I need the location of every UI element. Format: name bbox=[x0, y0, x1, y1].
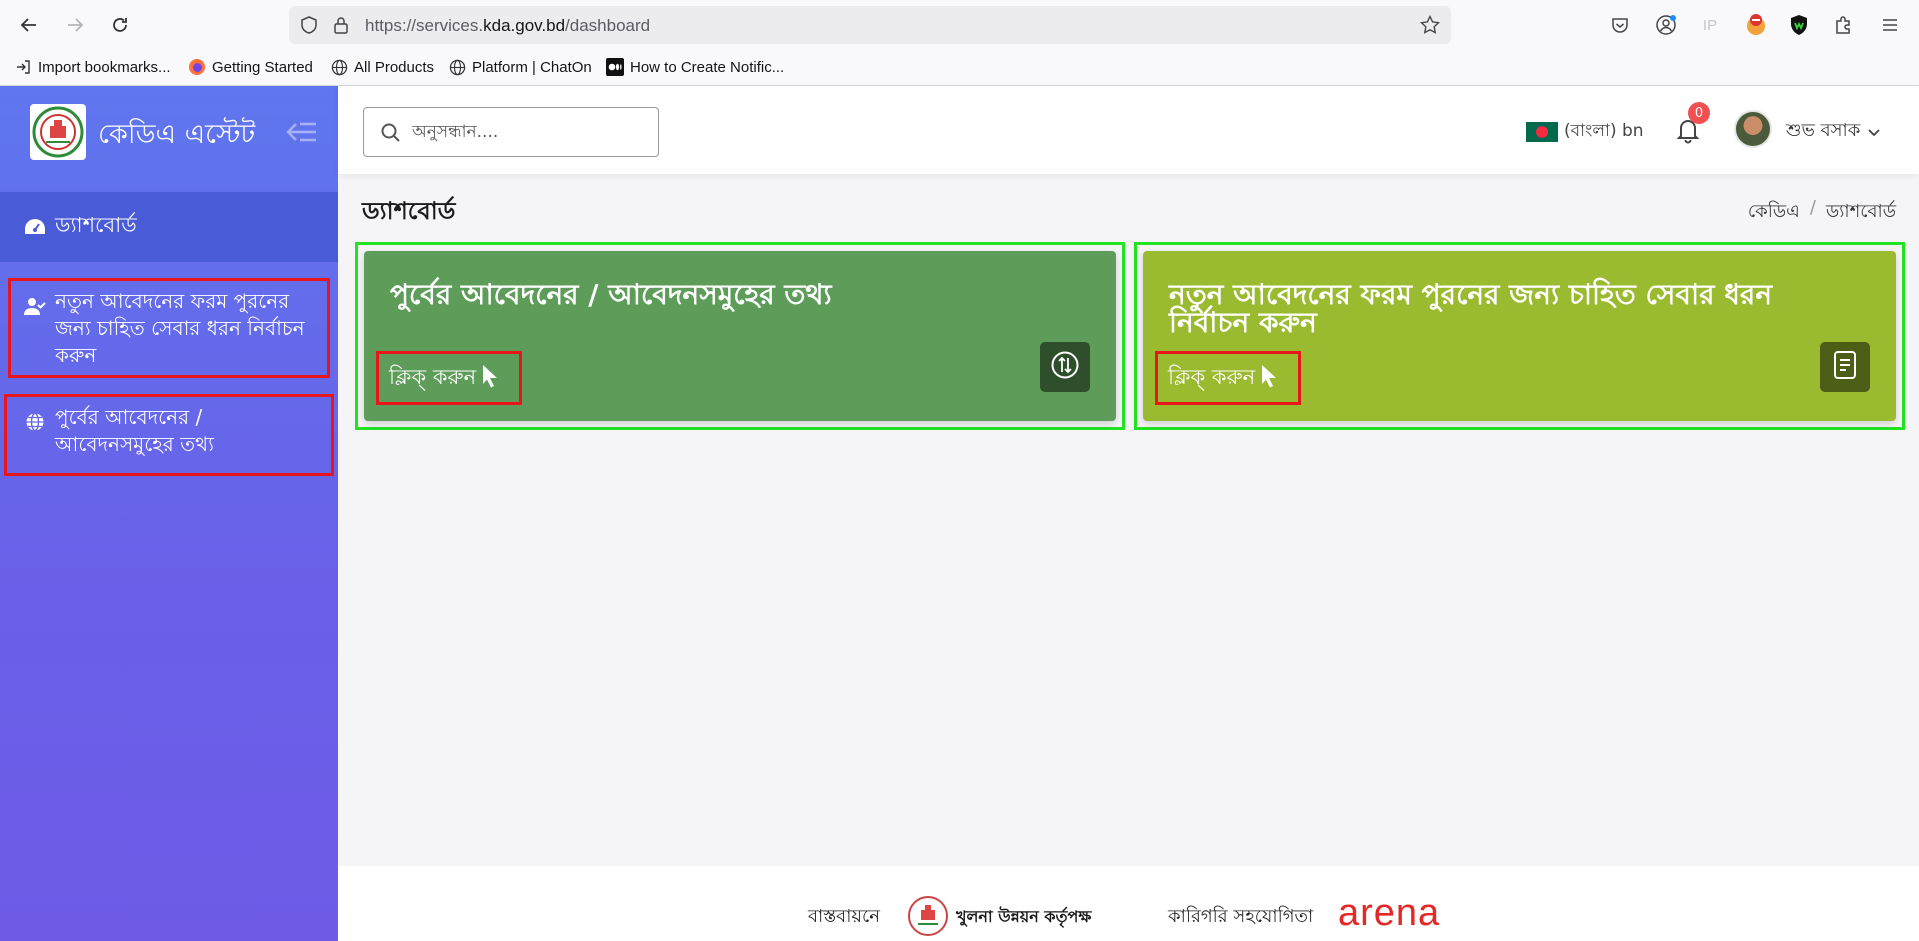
swap-vertical-icon bbox=[1050, 350, 1080, 384]
forward-arrow-icon[interactable] bbox=[60, 10, 90, 40]
bookmarks-bar: Import bookmarks... Getting Started All … bbox=[0, 54, 1919, 82]
user-check-icon bbox=[24, 296, 46, 318]
document-icon bbox=[1833, 350, 1857, 384]
bookmark-platform-chaton[interactable]: Platform | ChatOn bbox=[448, 58, 592, 76]
sidebar-brand: কেডিএ এস্টেট bbox=[0, 86, 338, 178]
globe-icon bbox=[448, 58, 466, 76]
extensions-puzzle-icon[interactable] bbox=[1832, 13, 1856, 37]
card-highlight-new: নতুন আবেদনের ফরম পুরনের জন্য চাহিত সেবার… bbox=[1134, 242, 1905, 430]
card-cta-label: ক্লিক্ করুন bbox=[1168, 364, 1256, 389]
cursor-pointer-icon bbox=[482, 364, 498, 393]
click-here-button[interactable]: ক্লিক্ করুন bbox=[376, 351, 522, 405]
globe-icon bbox=[330, 58, 348, 76]
bookmark-label: Platform | ChatOn bbox=[472, 58, 592, 76]
kda-logo-icon[interactable] bbox=[30, 104, 86, 160]
sidebar-item-previous-applications[interactable]: পুর্বের আবেদনের / আবেদনসমুহের তথ্য bbox=[0, 394, 338, 476]
url-bar[interactable]: https://services.kda.gov.bd/dashboard bbox=[289, 6, 1451, 44]
sidebar: কেডিএ এস্টেট ড্যাশবোর্ড নতুন আবেদনের ফরম… bbox=[0, 86, 338, 941]
bookmark-label: Getting Started bbox=[212, 58, 313, 76]
menu-icon[interactable] bbox=[1878, 13, 1902, 37]
extension-badge-icon[interactable] bbox=[1744, 13, 1768, 37]
back-arrow-icon[interactable] bbox=[14, 10, 44, 40]
brand-title[interactable]: কেডিএ এস্টেট bbox=[98, 114, 255, 159]
bookmark-getting-started[interactable]: Getting Started bbox=[188, 58, 313, 76]
click-here-button[interactable]: ক্লিক্ করুন bbox=[1155, 351, 1301, 405]
card-action-button[interactable] bbox=[1040, 342, 1090, 392]
sidebar-collapse-icon[interactable] bbox=[286, 118, 318, 151]
ip-extension-icon[interactable]: IP bbox=[1698, 13, 1722, 37]
cursor-pointer-icon bbox=[1261, 364, 1277, 393]
implemented-by-label: বাস্তবায়নে bbox=[808, 906, 880, 927]
bookmark-star-icon[interactable] bbox=[1420, 15, 1440, 35]
bookmark-label: Import bookmarks... bbox=[38, 58, 171, 76]
sidebar-item-label: ড্যাশবোর্ড bbox=[55, 213, 137, 237]
speedometer-icon bbox=[24, 216, 46, 238]
pocket-icon[interactable] bbox=[1608, 13, 1632, 37]
card-new-application[interactable]: নতুন আবেদনের ফরম পুরনের জন্য চাহিত সেবার… bbox=[1143, 251, 1896, 421]
bookmark-how-to-create[interactable]: How to Create Notific... bbox=[606, 58, 784, 76]
sidebar-item-dashboard[interactable]: ড্যাশবোর্ড bbox=[0, 192, 338, 262]
language-label: (বাংলা) bn bbox=[1564, 121, 1644, 141]
arena-logo[interactable]: arena bbox=[1338, 892, 1440, 935]
globe-icon bbox=[24, 411, 46, 433]
bookmark-label: All Products bbox=[354, 58, 435, 76]
url-text[interactable]: https://services.kda.gov.bd/dashboard bbox=[365, 16, 650, 36]
breadcrumb: কেডিএ / ড্যাশবোর্ড bbox=[1748, 197, 1896, 228]
card-highlight-previous: পুর্বের আবেদনের / আবেদনসমুহের তথ্য ক্লিক… bbox=[355, 242, 1125, 430]
bookmark-all-products[interactable]: All Products bbox=[330, 58, 434, 76]
import-icon bbox=[14, 58, 32, 76]
breadcrumb-separator: / bbox=[1809, 197, 1816, 218]
card-previous-applications[interactable]: পুর্বের আবেদনের / আবেদনসমুহের তথ্য ক্লিক… bbox=[364, 251, 1116, 421]
browser-navbar: https://services.kda.gov.bd/dashboard IP bbox=[0, 0, 1919, 50]
card-title: পুর্বের আবেদনের / আবেদনসমুহের তথ্য bbox=[390, 278, 832, 311]
avatar[interactable] bbox=[1734, 110, 1772, 148]
bangladesh-flag-icon bbox=[1526, 122, 1558, 142]
reload-icon[interactable] bbox=[105, 10, 135, 40]
card-title: নতুন আবেদনের ফরম পুরনের জন্য চাহিত সেবার… bbox=[1169, 278, 1773, 339]
search-box[interactable] bbox=[363, 107, 659, 157]
sidebar-item-label: পুর্বের আবেদনের / আবেদনসমুহের তথ্য bbox=[55, 405, 214, 456]
page-title: ড্যাশবোর্ড bbox=[362, 197, 456, 225]
account-icon[interactable] bbox=[1654, 13, 1678, 37]
bookmark-import[interactable]: Import bookmarks... bbox=[14, 58, 171, 76]
medium-icon bbox=[606, 58, 624, 76]
footer: বাস্তবায়নে খুলনা উন্নয়ন কর্তৃপক্ষ কারি… bbox=[338, 866, 1919, 941]
kda-seal-icon bbox=[908, 896, 948, 936]
user-menu[interactable]: শুভ বসাক bbox=[1786, 116, 1880, 147]
top-header: (বাংলা) bn 0 শুভ বসাক bbox=[338, 86, 1919, 174]
search-icon bbox=[380, 122, 402, 144]
breadcrumb-link-kda[interactable]: কেডিএ bbox=[1748, 197, 1800, 228]
browser-chrome: https://services.kda.gov.bd/dashboard IP bbox=[0, 0, 1919, 86]
bookmark-label: How to Create Notific... bbox=[630, 58, 785, 76]
tech-support-label: কারিগরি সহযোগিতা bbox=[1168, 906, 1314, 927]
search-input[interactable] bbox=[412, 118, 642, 146]
lock-icon[interactable] bbox=[331, 15, 351, 35]
sidebar-item-label: নতুন আবেদনের ফরম পুরনের জন্য চাহিত সেবার… bbox=[55, 289, 305, 367]
card-cta-label: ক্লিক্ করুন bbox=[389, 364, 477, 389]
implementer-name: খুলনা উন্নয়ন কর্তৃপক্ষ bbox=[956, 907, 1092, 926]
sidebar-item-new-application[interactable]: নতুন আবেদনের ফরম পুরনের জন্য চাহিত সেবার… bbox=[0, 278, 338, 378]
shield-icon[interactable] bbox=[299, 15, 319, 35]
notification-badge: 0 bbox=[1688, 102, 1710, 124]
user-name: শুভ বসাক bbox=[1786, 120, 1861, 141]
shield-extension-icon[interactable] bbox=[1787, 13, 1811, 37]
firefox-icon bbox=[188, 58, 206, 76]
card-action-button[interactable] bbox=[1820, 342, 1870, 392]
breadcrumb-current: ড্যাশবোর্ড bbox=[1825, 201, 1896, 222]
chevron-down-icon bbox=[1868, 121, 1880, 142]
language-selector[interactable]: (বাংলা) bn bbox=[1526, 118, 1644, 146]
